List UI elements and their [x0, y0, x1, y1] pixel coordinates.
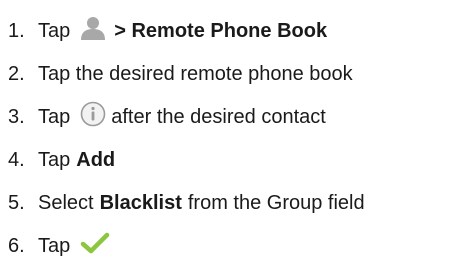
checkmark-icon [80, 231, 110, 261]
step-text-after: after the desired contact [111, 105, 326, 128]
step-4: 4. Tap Add [8, 144, 115, 176]
step-number: 1. [8, 19, 25, 42]
step-text-tap: Tap [38, 19, 71, 42]
step-number: 6. [8, 234, 25, 257]
step-number: 4. [8, 148, 25, 171]
step-text-tap: Tap [38, 148, 71, 171]
instruction-steps: 1. Tap > Remote Phone Book 2. Tap the de… [0, 0, 459, 276]
step-1: 1. Tap > Remote Phone Book [8, 15, 327, 47]
step-5: 5. Select Blacklist from the Group field [8, 187, 365, 219]
step-number: 3. [8, 105, 25, 128]
step-text-remote-phone-book: > Remote Phone Book [114, 19, 328, 42]
step-text-blacklist: Blacklist [99, 191, 182, 214]
step-number: 5. [8, 191, 25, 214]
step-text-tap: Tap [38, 234, 71, 257]
step-text: Tap the desired remote phone book [38, 62, 353, 85]
contact-person-icon [78, 15, 108, 47]
step-number: 2. [8, 62, 25, 85]
step-2: 2. Tap the desired remote phone book [8, 58, 353, 90]
step-text-tap: Tap [38, 105, 71, 128]
step-text-after: from the Group field [187, 191, 365, 214]
step-6: 6. Tap [8, 230, 110, 262]
step-text-select: Select [38, 191, 94, 214]
info-icon [80, 101, 106, 133]
step-text-add: Add [76, 148, 116, 171]
step-3: 3. Tap after the desired contact [8, 101, 326, 133]
